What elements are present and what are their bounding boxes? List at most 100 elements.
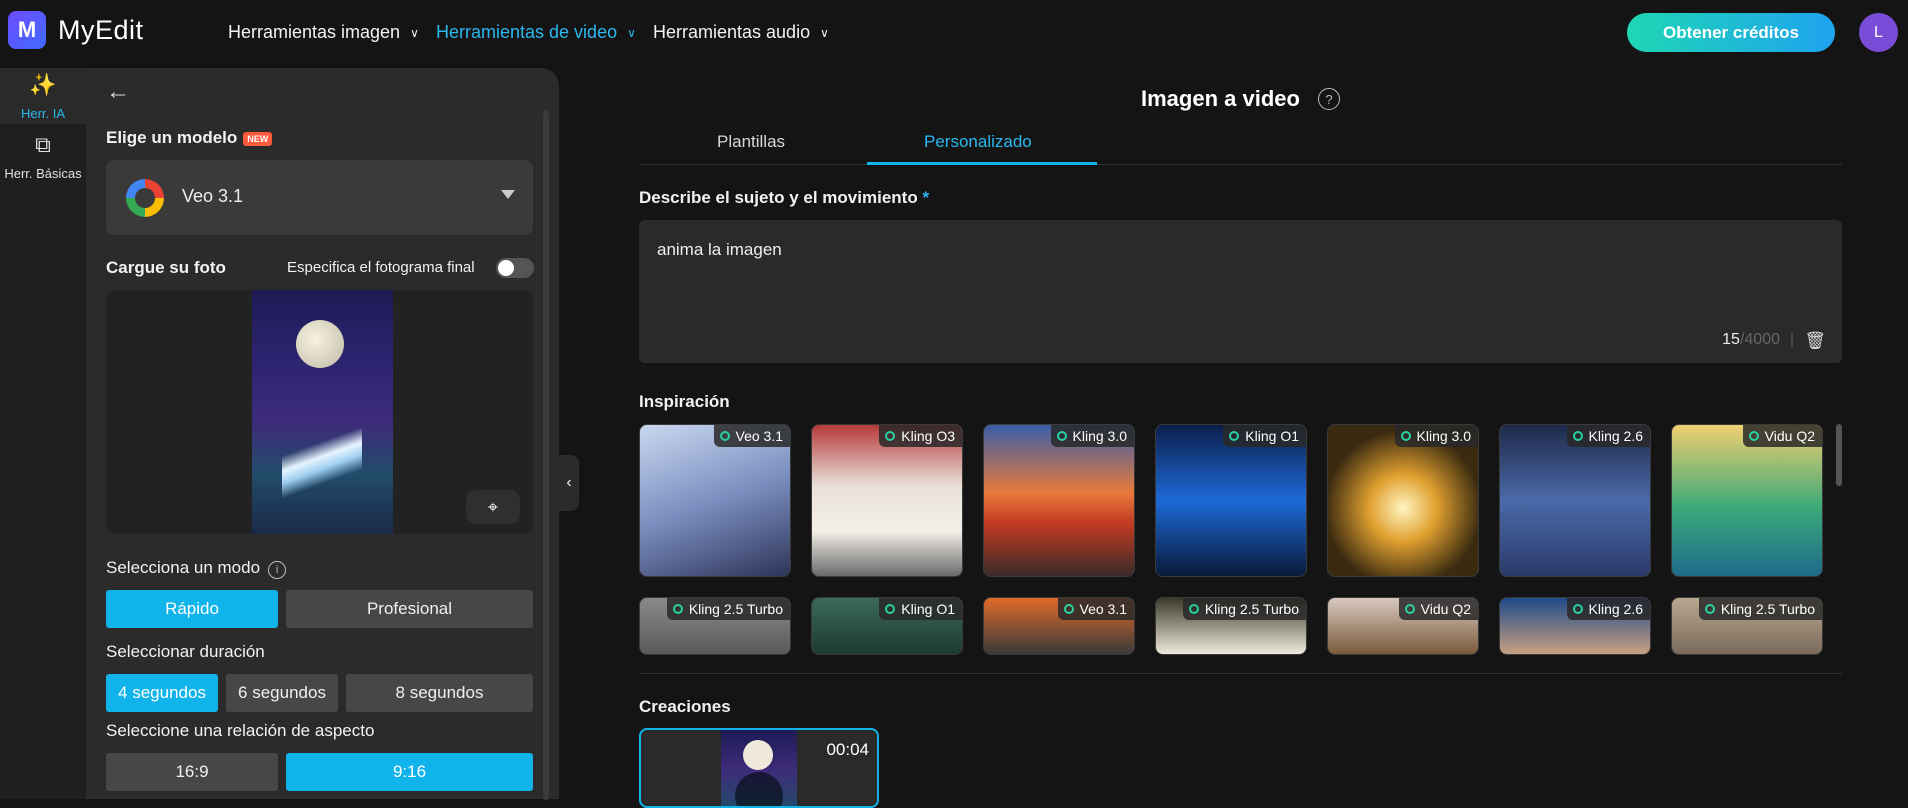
duration-8s-button[interactable]: 8 segundos (346, 674, 533, 712)
model-logo-icon (1704, 604, 1715, 614)
creation-card[interactable]: 00:04 (639, 728, 879, 808)
model-tag: Kling 2.5 Turbo (666, 598, 790, 620)
inspiration-thumbnail[interactable]: Kling O3 (811, 424, 963, 577)
model-tag: Vidu Q2 (1398, 598, 1478, 620)
model-tag-label: Veo 3.1 (735, 428, 784, 444)
rail-ai-tools-label: Herr. IA (20, 106, 66, 121)
upload-area[interactable]: ⌖ (106, 290, 533, 534)
page-title: Imagen a video (1141, 86, 1300, 111)
mode-fast-button[interactable]: Rápido (106, 590, 278, 628)
model-tag-label: Kling O1 (1245, 428, 1299, 444)
model-value: Veo 3.1 (182, 186, 244, 206)
model-tag: Kling 3.0 (1394, 425, 1478, 447)
inspiration-thumbnail[interactable]: Veo 3.1 (639, 424, 791, 577)
model-tag-label: Kling 3.0 (1416, 428, 1471, 444)
model-tag: Kling O1 (1223, 425, 1306, 447)
upload-label: Cargue su foto (106, 258, 226, 277)
nav-audio-tools-label: Herramientas audio (653, 22, 811, 42)
mode-pro-button[interactable]: Profesional (286, 590, 533, 628)
model-tag: Kling 2.6 (1566, 425, 1650, 447)
mode-label: Selecciona un modo i (106, 558, 287, 579)
model-tag: Kling O3 (879, 425, 962, 447)
tab-custom[interactable]: Personalizado (924, 132, 1032, 152)
inspiration-thumbnail[interactable]: Kling 2.5 Turbo (1671, 597, 1823, 655)
char-counter: 15/4000 (1722, 331, 1780, 349)
end-frame-toggle[interactable] (496, 258, 534, 278)
rail-ai-tools[interactable]: ✨ Herr. IA (0, 68, 86, 124)
info-icon[interactable]: i (268, 561, 287, 579)
get-credits-button[interactable]: Obtener créditos (1627, 13, 1835, 52)
nav-audio-tools[interactable]: Herramientas audio ∨ (653, 22, 829, 43)
moon-illustration (296, 320, 344, 368)
model-tag: Kling 2.5 Turbo (1698, 598, 1822, 620)
model-label: Elige un modelo NEW (106, 128, 273, 148)
model-logo-icon (1063, 604, 1074, 614)
mode-label-text: Selecciona un modo (106, 558, 261, 577)
char-count: 15 (1722, 331, 1740, 348)
chevron-down-icon: ∨ (627, 25, 636, 40)
aspect-label: Seleccione una relación de aspecto (106, 721, 375, 740)
layers-icon: ⧉ (35, 132, 51, 157)
help-icon[interactable]: ? (1318, 88, 1340, 110)
panel-scrollbar[interactable] (543, 110, 549, 800)
app-logo[interactable]: M MyEdit (8, 11, 144, 49)
model-label-text: Elige un modelo (106, 128, 238, 147)
inspiration-thumbnail[interactable]: Kling 2.5 Turbo (639, 597, 791, 655)
section-divider (639, 673, 1842, 674)
prompt-input[interactable]: anima la imagen 15/4000 | 🗑 (639, 220, 1842, 363)
model-logo-icon (1229, 431, 1240, 441)
creation-thumbnail (721, 730, 797, 806)
collapse-panel-icon[interactable]: ‹ (559, 455, 579, 511)
inspiration-scrollbar[interactable] (1836, 424, 1842, 486)
model-logo-icon (719, 431, 730, 441)
aspect-16-9-button[interactable]: 16:9 (106, 753, 278, 791)
rail-basic-tools[interactable]: ⧉ Herr. Básicas (0, 128, 86, 184)
google-logo-icon (126, 179, 164, 217)
inspiration-thumbnail[interactable]: Kling 2.6 (1499, 424, 1651, 577)
dropdown-caret-icon (501, 190, 515, 199)
back-arrow-icon[interactable]: ← (106, 78, 130, 106)
tab-templates[interactable]: Plantillas (717, 132, 785, 152)
top-bar: M MyEdit Herramientas imagen ∨ Herramient… (0, 0, 1908, 65)
play-icon[interactable] (735, 772, 783, 806)
chevron-down-icon: ∨ (820, 25, 829, 40)
moon-illustration (743, 740, 773, 770)
nav-image-tools[interactable]: Herramientas imagen ∨ (228, 22, 419, 43)
tool-rail: ✨ Herr. IA ⧉ Herr. Básicas (0, 68, 86, 799)
model-tag-label: Kling 2.5 Turbo (1204, 601, 1299, 617)
app-name: MyEdit (58, 14, 144, 45)
inspiration-thumbnail[interactable]: Vidu Q2 (1671, 424, 1823, 577)
inspiration-thumbnail[interactable]: Kling O1 (811, 597, 963, 655)
aspect-9-16-button[interactable]: 9:16 (286, 753, 533, 791)
trash-icon[interactable]: 🗑 (1804, 331, 1826, 351)
model-tag: Kling O1 (879, 598, 962, 620)
inspiration-thumbnail[interactable]: Kling 2.6 (1499, 597, 1651, 655)
model-logo-icon (1748, 431, 1759, 441)
inspiration-label: Inspiración (639, 392, 730, 411)
nav-video-tools[interactable]: Herramientas de video ∨ (436, 22, 636, 43)
model-logo-icon (1188, 604, 1199, 614)
inspiration-thumbnail[interactable]: Kling O1 (1155, 424, 1307, 577)
settings-panel: ← Elige un modelo NEW Veo 3.1 Cargue su f… (86, 68, 559, 799)
inspiration-thumbnail[interactable]: Kling 2.5 Turbo (1155, 597, 1307, 655)
magic-wand-icon: ✨ (29, 72, 57, 97)
model-select[interactable]: Veo 3.1 (106, 160, 533, 235)
model-tag: Kling 2.5 Turbo (1182, 598, 1306, 620)
describe-label: Describe el sujeto y el movimiento * (639, 188, 929, 208)
model-logo-icon (1056, 431, 1067, 441)
duration-6s-button[interactable]: 6 segundos (226, 674, 338, 712)
model-logo-icon (1400, 431, 1411, 441)
inspiration-thumbnail[interactable]: Vidu Q2 (1327, 597, 1479, 655)
avatar[interactable]: L (1859, 13, 1898, 52)
nav-image-tools-label: Herramientas imagen (228, 22, 401, 42)
model-tag-label: Kling 2.5 Turbo (1720, 601, 1815, 617)
crop-icon[interactable]: ⌖ (466, 490, 520, 524)
model-logo-icon (672, 604, 683, 614)
inspiration-thumbnail[interactable]: Veo 3.1 (983, 597, 1135, 655)
duration-4s-button[interactable]: 4 segundos (106, 674, 218, 712)
inspiration-thumbnail[interactable]: Kling 3.0 (983, 424, 1135, 577)
creations-label: Creaciones (639, 697, 731, 716)
new-badge: NEW (243, 131, 273, 146)
creation-duration: 00:04 (826, 740, 869, 759)
inspiration-thumbnail[interactable]: Kling 3.0 (1327, 424, 1479, 577)
